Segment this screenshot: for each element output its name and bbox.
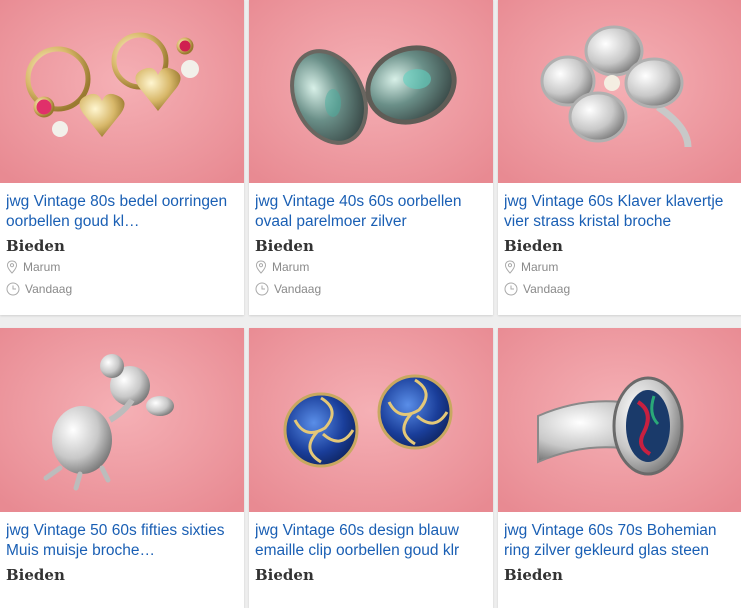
blue-enamel-clip-earrings-photo [249, 328, 493, 512]
listing-title[interactable]: jwg Vintage 60s Klaver klavertje vier st… [504, 192, 736, 232]
listing-location: Marum [255, 256, 487, 278]
listing-photo[interactable] [498, 328, 741, 512]
listing-price: Bieden [504, 237, 563, 255]
listing-title[interactable]: jwg Vintage 40s 60s oorbellen ovaal pare… [255, 192, 487, 232]
listing-photo[interactable] [0, 0, 244, 183]
listing-price: Bieden [504, 566, 563, 584]
listing-photo[interactable] [249, 0, 493, 183]
location-pin-icon [255, 260, 267, 274]
listing-price: Bieden [255, 237, 314, 255]
listing-card[interactable]: jwg Vintage 80s bedel oorringen oorbelle… [0, 0, 244, 315]
bohemian-silver-glass-stone-ring-photo [498, 328, 741, 512]
listing-price: Bieden [255, 566, 314, 584]
location-text: Marum [521, 260, 559, 274]
location-text: Marum [272, 260, 310, 274]
listing-location: Marum [6, 256, 238, 278]
listing-photo[interactable] [249, 328, 493, 512]
listing-price: Bieden [6, 237, 65, 255]
location-pin-icon [504, 260, 516, 274]
location-pin-icon [6, 260, 18, 274]
listing-title[interactable]: jwg Vintage 60s 70s Bohemian ring zilver… [504, 521, 736, 561]
listing-location: Marum [504, 256, 736, 278]
listing-date: Vandaag [255, 278, 487, 300]
mother-of-pearl-oval-earrings-photo [249, 0, 493, 183]
listing-price: Bieden [6, 566, 65, 584]
clock-icon [504, 282, 518, 296]
listing-card[interactable]: jwg Vintage 40s 60s oorbellen ovaal pare… [249, 0, 493, 315]
gold-heart-charm-hoop-earrings-photo [0, 0, 244, 183]
date-text: Vandaag [523, 282, 571, 296]
clock-icon [255, 282, 269, 296]
date-text: Vandaag [274, 282, 322, 296]
location-text: Marum [23, 260, 61, 274]
four-leaf-clover-rhinestone-brooch-photo [498, 0, 741, 183]
clock-icon [6, 282, 20, 296]
listing-title[interactable]: jwg Vintage 50 60s fifties sixties Muis … [6, 521, 238, 561]
listing-card[interactable]: jwg Vintage 60s 70s Bohemian ring zilver… [498, 328, 741, 608]
listing-photo[interactable] [0, 328, 244, 512]
listing-card[interactable]: jwg Vintage 50 60s fifties sixties Muis … [0, 328, 244, 608]
listing-date: Vandaag [6, 278, 238, 300]
listing-photo[interactable] [498, 0, 741, 183]
listing-date: Vandaag [504, 278, 736, 300]
listing-title[interactable]: jwg Vintage 80s bedel oorringen oorbelle… [6, 192, 238, 232]
listing-card[interactable]: jwg Vintage 60s design blauw emaille cli… [249, 328, 493, 608]
silver-mouse-brooch-photo [0, 328, 244, 512]
listing-card[interactable]: jwg Vintage 60s Klaver klavertje vier st… [498, 0, 741, 315]
listing-title[interactable]: jwg Vintage 60s design blauw emaille cli… [255, 521, 487, 561]
date-text: Vandaag [25, 282, 73, 296]
